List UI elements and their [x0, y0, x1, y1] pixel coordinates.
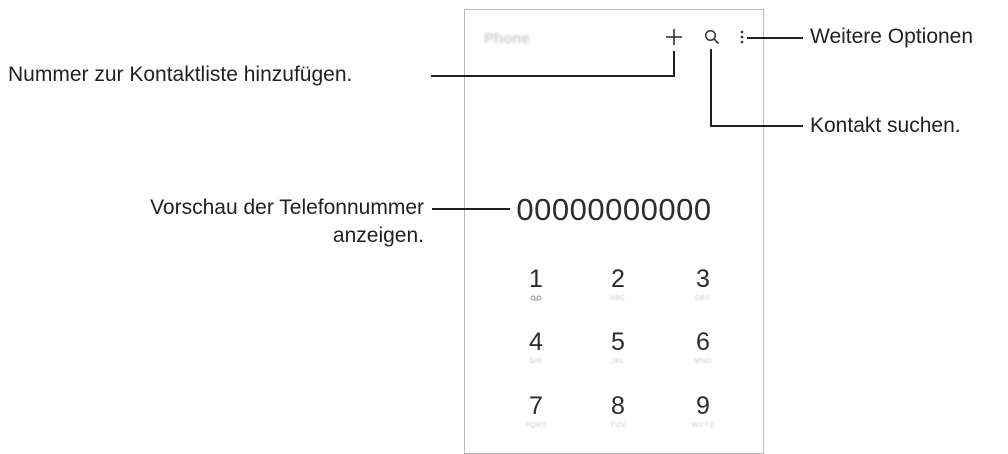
key-6[interactable]: 6 MNO [673, 328, 733, 378]
callout-line-preview [432, 208, 510, 210]
callout-add-contact: Nummer zur Kontaktliste hinzufügen. [8, 63, 353, 86]
key-digit: 8 [611, 392, 625, 420]
key-digit: 6 [696, 328, 710, 356]
key-letters: DEF [695, 295, 711, 302]
key-letters: PQRS [525, 422, 547, 429]
key-4[interactable]: 4 GHI [506, 328, 566, 378]
key-letters: MNO [694, 358, 712, 365]
key-digit: 3 [696, 265, 710, 293]
callout-line-more-options [747, 37, 803, 39]
plus-icon[interactable] [665, 28, 683, 46]
app-title: Phone [484, 30, 530, 47]
key-2[interactable]: 2 ABC [588, 265, 648, 315]
key-letters: TUV [610, 422, 626, 429]
callout-more-options: Weitere Optionen [810, 25, 974, 48]
callout-preview-line1: Vorschau der Telefonnummer [150, 196, 424, 219]
key-digit: 5 [611, 328, 625, 356]
key-digit: 9 [696, 392, 710, 420]
key-1[interactable]: 1 [506, 265, 566, 315]
key-letters: JKL [611, 358, 625, 365]
search-icon[interactable] [704, 29, 720, 45]
callout-line-search-h [710, 125, 803, 127]
key-7[interactable]: 7 PQRS [506, 392, 566, 442]
callout-line-add-contact-h [431, 75, 675, 77]
callout-preview-line2: anzeigen. [332, 224, 424, 247]
phone-number-preview: 00000000000 [516, 192, 712, 227]
key-letters: ABC [610, 295, 626, 302]
key-3[interactable]: 3 DEF [673, 265, 733, 315]
key-letters: GHI [529, 358, 543, 365]
key-digit: 7 [529, 392, 543, 420]
voicemail-icon [530, 295, 542, 301]
callout-line-add-contact-v [673, 51, 675, 77]
key-digit: 4 [529, 328, 543, 356]
key-digit: 1 [529, 265, 543, 293]
more-options-icon[interactable] [738, 29, 746, 45]
key-digit: 2 [611, 265, 625, 293]
key-9[interactable]: 9 WXYZ [673, 392, 733, 442]
callout-search-contact: Kontakt suchen. [810, 114, 961, 137]
callout-line-search-v [710, 49, 712, 127]
key-8[interactable]: 8 TUV [588, 392, 648, 442]
key-letters: WXYZ [691, 422, 715, 429]
callout-preview: Vorschau der Telefonnummer anzeigen. [95, 194, 424, 250]
key-5[interactable]: 5 JKL [588, 328, 648, 378]
